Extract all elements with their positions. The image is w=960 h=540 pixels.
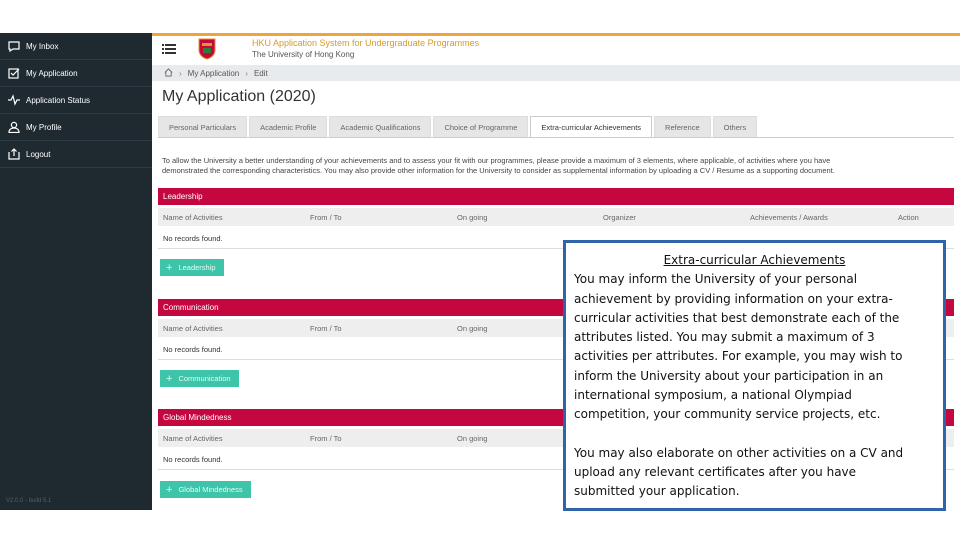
callout-line: competition, your community service proj… [574, 407, 881, 422]
callout-line: inform the University about your partici… [574, 368, 884, 383]
column-header: Name of Activities [163, 213, 223, 222]
add-leadership-button[interactable]: + Leadership [160, 259, 224, 276]
button-label: Communication [178, 374, 231, 383]
sidebar-item-label: My Profile [26, 122, 62, 132]
column-header: Name of Activities [163, 324, 223, 333]
column-header: Achievements / Awards [750, 213, 828, 222]
column-header: On going [457, 213, 488, 222]
column-header: From / To [310, 324, 342, 333]
sidebar-item-application[interactable]: My Application [0, 60, 152, 87]
header: HKU Application System for Undergraduate… [152, 36, 960, 64]
tab-reference[interactable]: Reference [654, 116, 711, 137]
user-icon [8, 121, 20, 133]
intro-text: To allow the University a better underst… [162, 156, 952, 176]
callout-title: Extra-curricular Achievements [663, 253, 846, 267]
column-header: From / To [310, 434, 342, 443]
tab-personal-particulars[interactable]: Personal Particulars [158, 116, 248, 137]
sidebar-item-label: My Application [26, 68, 78, 78]
breadcrumb-my-application[interactable]: My Application [188, 69, 240, 78]
table-header-leadership: Name of Activities From / To On going Or… [158, 208, 954, 226]
logout-icon [8, 148, 20, 160]
callout-spacer [574, 425, 935, 444]
column-header: On going [457, 434, 488, 443]
callout-line: submitted your application. [574, 484, 740, 499]
explanation-callout: Extra-curricular Achievements You may in… [563, 240, 946, 511]
callout-line: You may also elaborate on other activiti… [574, 445, 904, 460]
tab-extra-curricular-achievements[interactable]: Extra-curricular Achievements [530, 116, 653, 137]
tab-academic-profile[interactable]: Academic Profile [249, 116, 328, 137]
callout-line: curricular activities that best demonstr… [574, 310, 900, 325]
app-subtitle: The University of Hong Kong [252, 50, 355, 59]
page-title: My Application (2020) [162, 88, 316, 105]
column-header: On going [457, 324, 488, 333]
plus-icon: + [166, 372, 173, 385]
plus-icon: + [166, 261, 173, 274]
sidebar-item-label: My Inbox [26, 41, 59, 51]
column-header: Action [898, 213, 919, 222]
sidebar-item-application-status[interactable]: Application Status [0, 87, 152, 114]
sidebar-item-label: Application Status [26, 95, 91, 105]
chevron-right-icon: › [245, 68, 248, 78]
inbox-icon [8, 40, 20, 52]
home-icon[interactable] [164, 67, 173, 79]
column-header: From / To [310, 213, 342, 222]
add-global-mindedness-button[interactable]: + Global Mindedness [160, 481, 251, 498]
callout-line: upload any relevant certificates after y… [574, 464, 857, 479]
intro-line: To allow the University a better underst… [162, 156, 831, 165]
pulse-icon [8, 94, 20, 106]
plus-icon: + [166, 483, 173, 496]
chevron-right-icon: › [179, 68, 182, 78]
tab-choice-of-programme[interactable]: Choice of Programme [433, 116, 529, 137]
version-label: V2.0.0 - build 5.1 [6, 498, 52, 504]
intro-line: demonstrated the corresponding character… [162, 166, 835, 175]
column-header: Name of Activities [163, 434, 223, 443]
tab-academic-qualifications[interactable]: Academic Qualifications [329, 116, 432, 137]
breadcrumb: › My Application › Edit [152, 65, 960, 81]
sidebar-item-logout[interactable]: Logout [0, 141, 152, 168]
add-communication-button[interactable]: + Communication [160, 370, 239, 387]
app-title: HKU Application System for Undergraduate… [252, 38, 480, 48]
sidebar: My Inbox My Application Application Stat… [0, 33, 152, 510]
button-label: Global Mindedness [178, 485, 243, 494]
hamburger-menu-icon[interactable] [162, 42, 176, 56]
breadcrumb-edit: Edit [253, 68, 268, 78]
sidebar-item-inbox[interactable]: My Inbox [0, 33, 152, 60]
callout-line: achievement by providing information on … [574, 291, 893, 306]
callout-line: attributes listed. You may submit a maxi… [574, 330, 875, 345]
column-header: Organizer [603, 213, 636, 222]
checkbox-icon [8, 67, 20, 79]
sidebar-item-label: Logout [26, 149, 51, 159]
callout-line: You may inform the University of your pe… [574, 272, 858, 287]
callout-line: international symposium, a national Olym… [574, 388, 852, 403]
sidebar-item-profile[interactable]: My Profile [0, 114, 152, 141]
section-header-leadership: Leadership [158, 188, 954, 205]
hku-crest-logo [198, 38, 216, 60]
application-window: My Inbox My Application Application Stat… [0, 0, 960, 540]
callout-line: activities per attributes. For example, … [574, 349, 903, 364]
tab-others[interactable]: Others [712, 116, 758, 137]
tab-bar: Personal Particulars Academic Profile Ac… [158, 116, 954, 138]
button-label: Leadership [178, 263, 216, 272]
